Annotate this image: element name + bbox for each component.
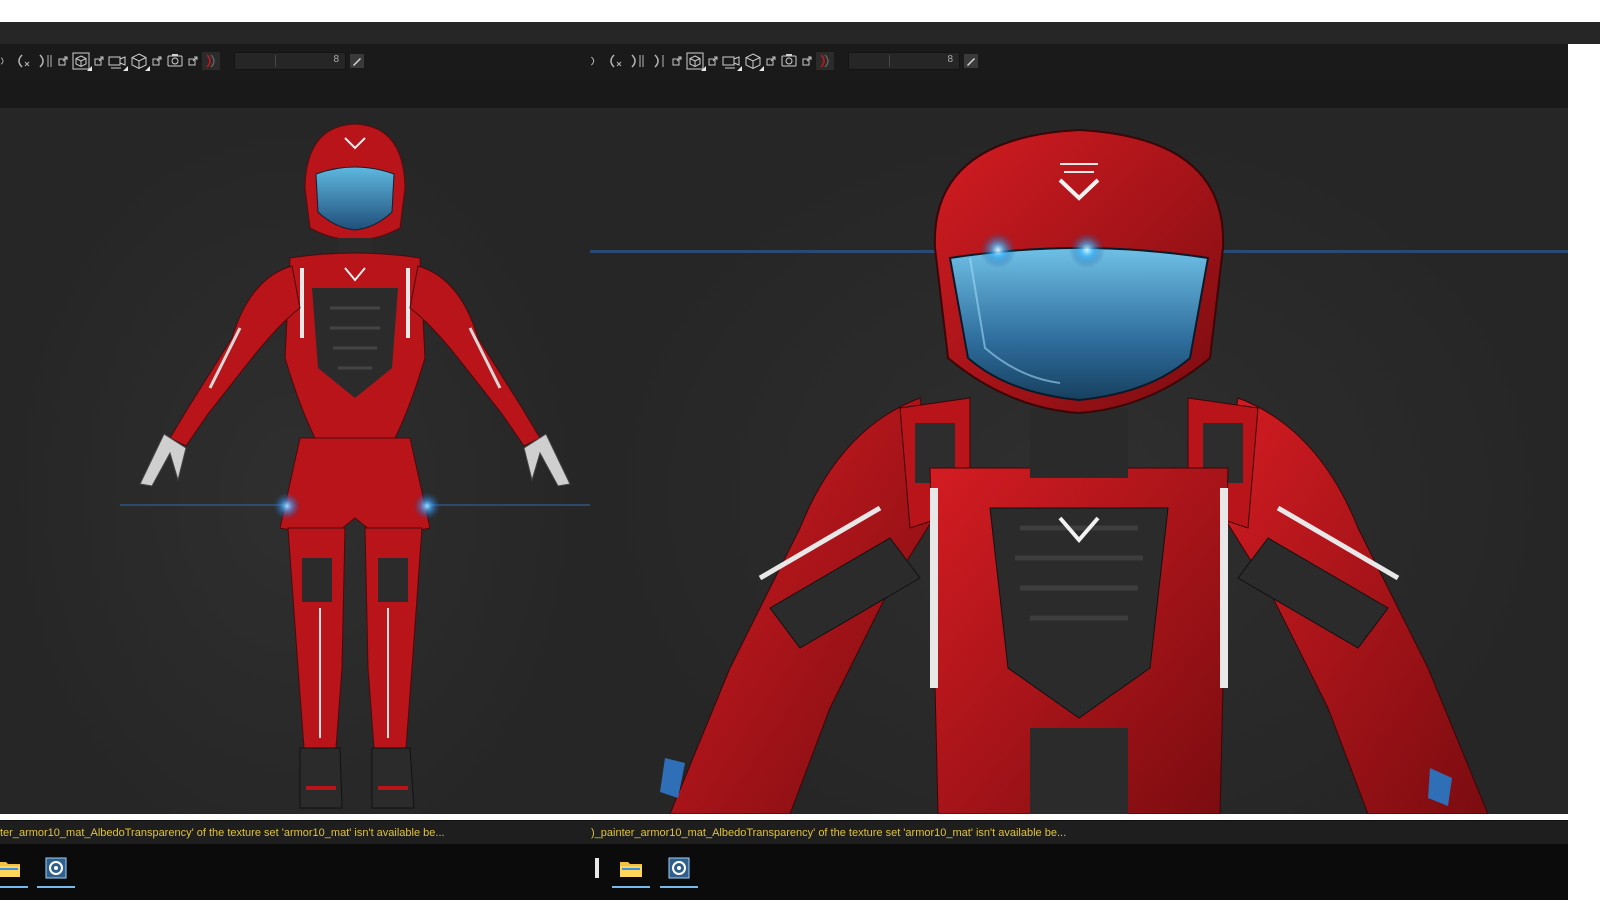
- file-explorer-icon[interactable]: [0, 852, 28, 888]
- perspective-cube-icon[interactable]: [72, 52, 92, 71]
- screen: 8 ter_armor10_mat_AlbedoTransparency' of…: [0, 0, 1600, 900]
- painter-app-icon[interactable]: [660, 852, 698, 888]
- slider-value: 8: [947, 54, 953, 65]
- environment-flip-icon[interactable]: [628, 52, 646, 70]
- file-explorer-icon[interactable]: [612, 852, 650, 888]
- right-margin: [1568, 44, 1600, 900]
- external-icon[interactable]: [152, 56, 162, 66]
- external-icon[interactable]: [766, 56, 776, 66]
- taskbar: [590, 844, 1568, 900]
- active-indicator: [612, 886, 650, 888]
- external-icon[interactable]: [94, 56, 104, 66]
- brush-size-slider[interactable]: 8: [848, 52, 960, 70]
- top-margin: [0, 0, 1600, 22]
- pen-icon[interactable]: [964, 54, 978, 68]
- viewport-subbar: [590, 80, 1568, 108]
- environment-icon[interactable]: [590, 52, 602, 70]
- light-icon[interactable]: [202, 52, 220, 70]
- external-icon[interactable]: [58, 56, 68, 66]
- status-bar: )_painter_armor10_mat_AlbedoTransparency…: [590, 820, 1568, 845]
- camera-icon[interactable]: [108, 52, 128, 71]
- window-title-strip: [0, 22, 1600, 44]
- external-icon[interactable]: [188, 56, 198, 66]
- screenshot-camera-icon[interactable]: [166, 52, 184, 70]
- environment-flip-icon[interactable]: [36, 52, 54, 70]
- light-icon[interactable]: [816, 52, 834, 70]
- status-bar: ter_armor10_mat_AlbedoTransparency' of t…: [0, 820, 590, 845]
- environment-x-icon[interactable]: [14, 52, 32, 70]
- full-body-armor-model: [120, 123, 590, 809]
- pen-icon[interactable]: [350, 54, 364, 68]
- right-3d-viewport[interactable]: [590, 108, 1568, 814]
- right-window: 8)_painter_armor10_mat_AlbedoTransparen…: [590, 44, 1568, 900]
- external-icon[interactable]: [672, 56, 682, 66]
- environment-icon[interactable]: [0, 52, 10, 70]
- environment-alt-icon[interactable]: [650, 52, 668, 70]
- ortho-cube-icon[interactable]: [130, 52, 150, 71]
- external-icon[interactable]: [802, 56, 812, 66]
- camera-icon[interactable]: [722, 52, 742, 71]
- painter-app-icon[interactable]: [37, 852, 75, 888]
- viewport-toolbar: 8: [0, 44, 590, 81]
- environment-x-icon[interactable]: [606, 52, 624, 70]
- screenshot-camera-icon[interactable]: [780, 52, 798, 70]
- close-up-armor-model: [590, 128, 1568, 814]
- brush-size-slider[interactable]: 8: [234, 52, 346, 70]
- status-message: ter_armor10_mat_AlbedoTransparency' of t…: [0, 827, 445, 839]
- slider-tick: [889, 55, 890, 67]
- slider-tick: [275, 55, 276, 67]
- toolbar-row: 8: [590, 51, 982, 71]
- active-indicator: [660, 886, 698, 888]
- active-indicator: [37, 886, 75, 888]
- external-icon[interactable]: [708, 56, 718, 66]
- taskbar: [0, 844, 590, 900]
- status-message: )_painter_armor10_mat_AlbedoTransparency…: [591, 827, 1067, 839]
- active-indicator: [0, 886, 28, 888]
- toolbar-row: 8: [0, 51, 368, 71]
- left-3d-viewport[interactable]: [0, 108, 590, 814]
- viewport-subbar: [0, 80, 590, 108]
- ortho-cube-icon[interactable]: [744, 52, 764, 71]
- perspective-cube-icon[interactable]: [686, 52, 706, 71]
- left-window: 8 ter_armor10_mat_AlbedoTransparency' of…: [0, 44, 590, 900]
- viewport-toolbar: 8: [590, 44, 1568, 81]
- slider-value: 8: [333, 54, 339, 65]
